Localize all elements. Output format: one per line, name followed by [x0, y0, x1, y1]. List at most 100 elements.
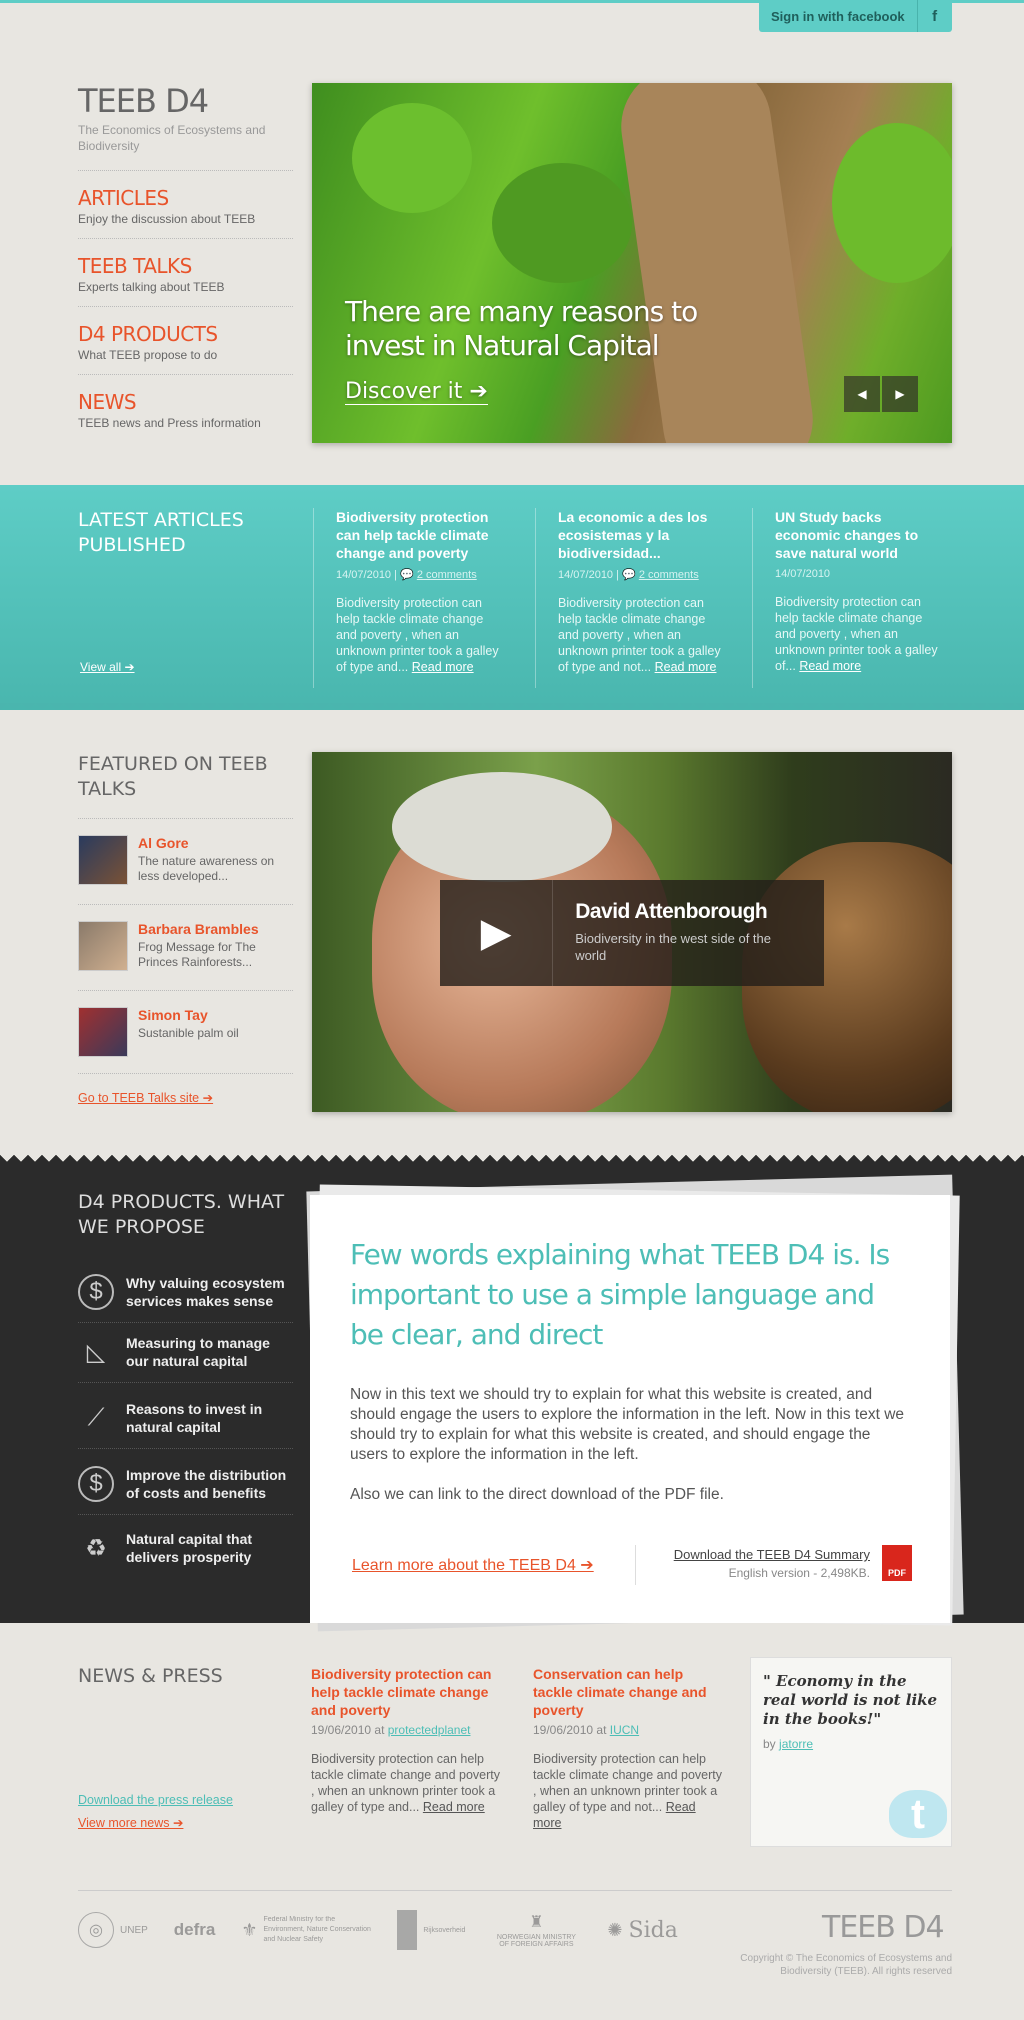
nav-item-d4-products[interactable]: D4 PRODUCTS What TEEB propose to do: [78, 306, 293, 374]
article-body: Biodiversity protection can help tackle …: [775, 594, 942, 674]
teeb-talks-site-link[interactable]: Go to TEEB Talks site ➔: [78, 1090, 213, 1105]
product-item[interactable]: ◺ Measuring to manage our natural capita…: [78, 1322, 293, 1383]
talk-item[interactable]: Barbara Brambles Frog Message for The Pri…: [78, 904, 293, 987]
discover-link[interactable]: Discover it ➔: [345, 379, 488, 405]
divider: [635, 1545, 636, 1585]
news-date: 19/06/2010 at: [311, 1723, 385, 1737]
read-more-link[interactable]: Read more: [799, 659, 861, 673]
nav-item-news[interactable]: NEWS TEEB news and Press information: [78, 374, 293, 442]
view-all-link[interactable]: View all ➔: [80, 660, 135, 674]
featured-video[interactable]: ▶ David Attenborough Biodiversity in the…: [312, 752, 952, 1112]
nav-title[interactable]: D4 PRODUCTS: [78, 322, 293, 346]
article-title[interactable]: Biodiversity protection can help tackle …: [336, 508, 503, 562]
product-label[interactable]: Improve the distribution of costs and be…: [126, 1466, 293, 1502]
read-more-link[interactable]: Read more: [412, 660, 474, 674]
speaker-avatar[interactable]: [78, 1007, 128, 1057]
speaker-avatar[interactable]: [78, 921, 128, 971]
zigzag-divider: [0, 703, 1024, 717]
press-release-link[interactable]: Download the press release: [78, 1793, 233, 1807]
facebook-signin-button[interactable]: Sign in with facebook: [759, 0, 918, 32]
twitter-bird-icon[interactable]: t: [889, 1790, 947, 1838]
prev-arrow-icon[interactable]: ◀: [844, 376, 880, 412]
talk-item[interactable]: Simon Tay Sustanible palm oil: [78, 990, 293, 1074]
video-overlay[interactable]: ▶ David Attenborough Biodiversity in the…: [440, 880, 824, 986]
dollar-gear-icon: $: [78, 1466, 114, 1502]
rijks-emblem-icon: [397, 1910, 418, 1950]
footer-brand[interactable]: TEEB D4: [822, 1910, 945, 1945]
logo-text: Rijksoverheid: [423, 1926, 466, 1934]
article-card: UN Study backs economic changes to save …: [752, 508, 942, 688]
download-summary[interactable]: Download the TEEB D4 Summary English ver…: [674, 1547, 870, 1580]
speaker-name[interactable]: Simon Tay: [138, 1007, 239, 1023]
nav-title[interactable]: ARTICLES: [78, 186, 293, 210]
news-title[interactable]: Conservation can help tackle climate cha…: [533, 1665, 723, 1719]
rijksoverheid-logo[interactable]: Rijksoverheid: [397, 1910, 465, 1950]
nav-item-articles[interactable]: ARTICLES Enjoy the discussion about TEEB: [78, 170, 293, 238]
read-more-link[interactable]: Read more: [655, 660, 717, 674]
norway-mfa-logo[interactable]: ♜ NORWEGIAN MINISTRY OF FOREIGN AFFAIRS: [491, 1912, 581, 1948]
download-link[interactable]: Download the TEEB D4 Summary: [674, 1547, 870, 1562]
nav-title[interactable]: NEWS: [78, 390, 293, 414]
learn-more-link[interactable]: Learn more about the TEEB D4 ➔: [352, 1555, 594, 1575]
unep-logo[interactable]: ◎ UNEP: [78, 1912, 148, 1948]
pdf-icon[interactable]: PDF: [882, 1545, 912, 1581]
featured-talks-title: FEATURED ON TEEB TALKS: [78, 753, 268, 800]
sida-logo[interactable]: ✺ Sida: [607, 1918, 677, 1943]
eagle-emblem-icon: ⚜: [241, 1920, 258, 1940]
product-item[interactable]: $ Improve the distribution of costs and …: [78, 1454, 293, 1515]
read-more-link[interactable]: Read more: [423, 1800, 485, 1814]
facebook-icon[interactable]: f: [917, 0, 952, 32]
recycle-icon: ♻: [85, 1534, 107, 1562]
logo-text: Sida: [628, 1917, 678, 1943]
product-item[interactable]: ♻ Natural capital that delivers prosperi…: [78, 1518, 293, 1578]
comments-link[interactable]: 2 comments: [417, 569, 477, 581]
video-info: David Attenborough Biodiversity in the w…: [553, 880, 824, 986]
defra-logo[interactable]: defra: [174, 1920, 216, 1940]
about-text-2: Also we can link to the direct download …: [350, 1486, 724, 1503]
next-arrow-icon[interactable]: ▶: [882, 376, 918, 412]
nav-subtitle: What TEEB propose to do: [78, 348, 218, 362]
bmu-logo[interactable]: ⚜ Federal Ministry for the Environment, N…: [241, 1915, 371, 1945]
product-label[interactable]: Measuring to manage our natural capital: [126, 1334, 293, 1370]
play-icon[interactable]: ▶: [440, 880, 554, 986]
news-press-title: NEWS & PRESS: [78, 1665, 223, 1687]
dollar-icon: $: [78, 1274, 114, 1310]
news-source-link[interactable]: IUCN: [610, 1723, 639, 1737]
about-panel: Few words explaining what TEEB D4 is. Is…: [310, 1195, 950, 1623]
article-title[interactable]: UN Study backs economic changes to save …: [775, 508, 942, 562]
speaker-name[interactable]: Al Gore: [138, 835, 293, 851]
more-news-link[interactable]: View more news ➔: [78, 1815, 183, 1830]
talk-desc: Sustanible palm oil: [138, 1026, 239, 1040]
comments-link[interactable]: 2 comments: [639, 569, 699, 581]
forest-image: [492, 163, 632, 283]
crest-icon: ♜: [529, 1914, 544, 1931]
comment-icon: 💬: [400, 569, 414, 581]
quote-author-link[interactable]: jatorre: [779, 1737, 813, 1751]
news-body: Biodiversity protection can help tackle …: [533, 1751, 723, 1831]
quote-author: by jatorre: [763, 1737, 939, 1751]
logo-text: NORWEGIAN MINISTRY OF FOREIGN AFFAIRS: [496, 1934, 576, 1948]
speaker-name[interactable]: Barbara Brambles: [138, 921, 293, 937]
quote-text: " Economy in the real world is not like …: [763, 1672, 938, 1728]
article-card: La economic a des los ecosistemas y la b…: [535, 508, 725, 688]
product-item[interactable]: ⟋ Reasons to invest in natural capital: [78, 1388, 293, 1449]
brand-title[interactable]: TEEB D4: [78, 82, 293, 120]
nav-item-teeb-talks[interactable]: TEEB TALKS Experts talking about TEEB: [78, 238, 293, 306]
product-item[interactable]: $ Why valuing ecosystem services makes s…: [78, 1262, 293, 1323]
latest-articles-title: LATEST ARTICLES PUBLISHED: [78, 509, 244, 556]
product-label[interactable]: Natural capital that delivers prosperity: [126, 1530, 293, 1566]
download-size: English version - 2,498KB.: [728, 1566, 870, 1580]
talk-item[interactable]: Al Gore The nature awareness on less deve…: [78, 818, 293, 901]
product-label[interactable]: Why valuing ecosystem services makes sen…: [126, 1274, 293, 1310]
sida-emblem-icon: ✺: [607, 1919, 623, 1940]
nav-title[interactable]: TEEB TALKS: [78, 254, 293, 278]
article-title[interactable]: La economic a des los ecosistemas y la b…: [558, 508, 725, 562]
speaker-avatar[interactable]: [78, 835, 128, 885]
news-title[interactable]: Biodiversity protection can help tackle …: [311, 1665, 501, 1719]
product-label[interactable]: Reasons to invest in natural capital: [126, 1400, 293, 1436]
facebook-signin[interactable]: Sign in with facebook f: [759, 0, 952, 32]
about-text: Now in this text we should try to explai…: [350, 1386, 905, 1463]
news-source-link[interactable]: protectedplanet: [388, 1723, 471, 1737]
news-date: 19/06/2010 at: [533, 1723, 607, 1737]
video-speaker[interactable]: David Attenborough: [575, 900, 802, 924]
